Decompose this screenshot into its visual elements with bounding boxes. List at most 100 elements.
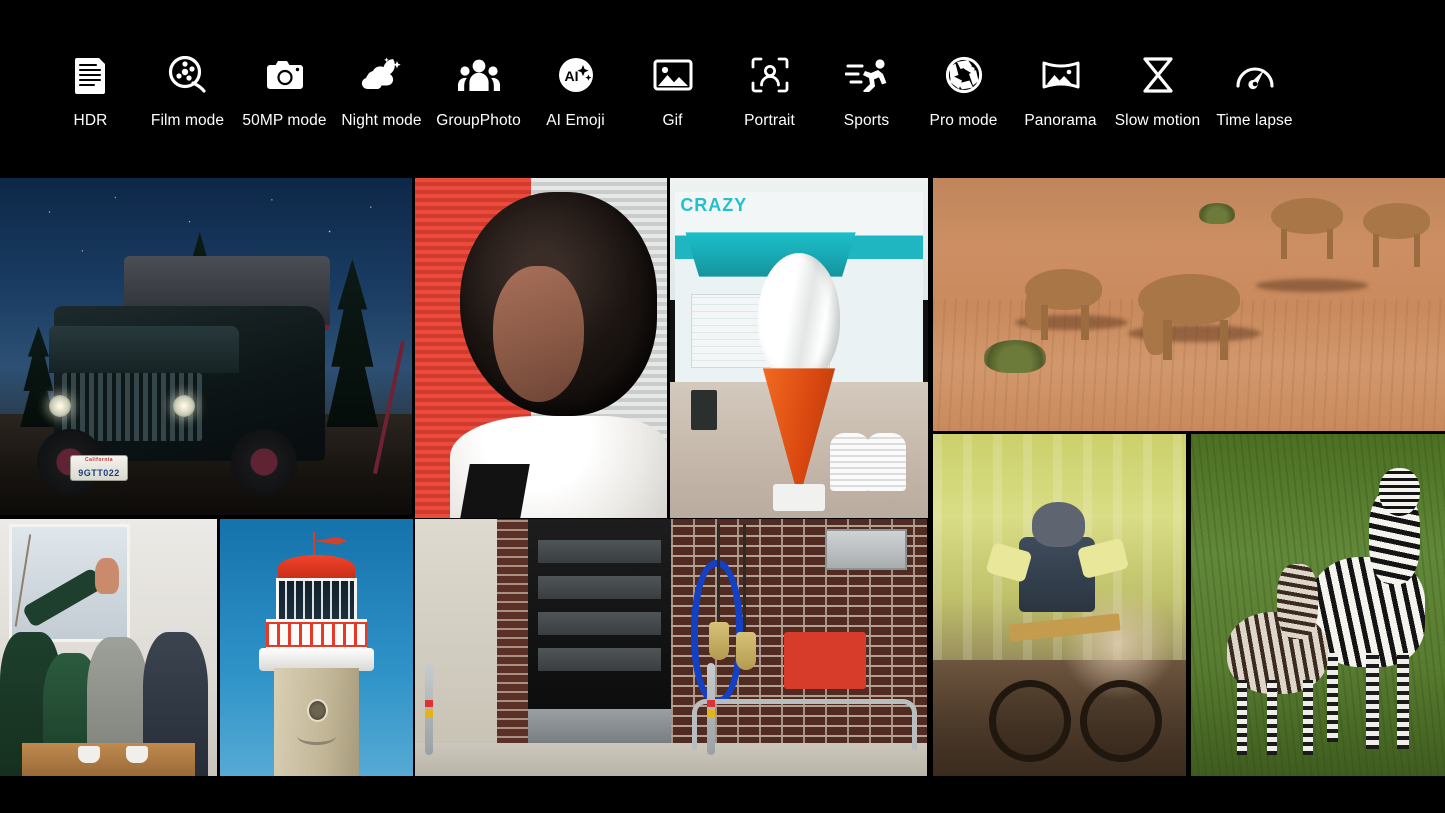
broom-bristles [709, 622, 729, 660]
ice-cream-cone-photo[interactable]: CRAZY [670, 178, 928, 518]
zebra-leg [1366, 653, 1379, 749]
mode-item-pro[interactable]: Pro mode [915, 52, 1012, 130]
mode-item-slow-motion[interactable]: Slow motion [1109, 52, 1206, 130]
stone-tower [274, 668, 359, 776]
mode-item-gif[interactable]: Gif [624, 52, 721, 130]
mode-item-portrait[interactable]: Portrait [721, 52, 818, 130]
bike-wheel [1080, 680, 1162, 762]
mode-label: Pro mode [930, 112, 998, 130]
camera-modes-screen: HDR Film mode [0, 0, 1445, 813]
rider-helmet [1032, 502, 1085, 546]
lantern-glazing-bars [276, 578, 357, 622]
camel-shadow [1256, 279, 1369, 292]
film-reel-icon [165, 52, 211, 98]
bollard-red-band [425, 700, 433, 707]
mode-item-time-lapse[interactable]: Time lapse [1206, 52, 1303, 130]
zebra-foal-neck [1277, 564, 1318, 639]
group-people-icon [456, 52, 502, 98]
ai-sparkle-icon: AI [553, 52, 599, 98]
zebra-leg [1327, 653, 1338, 742]
collar [461, 464, 531, 518]
friends-indoors-photo[interactable] [0, 519, 217, 776]
stair-step [538, 612, 661, 635]
tower-porthole [307, 699, 328, 722]
mode-label: Night mode [341, 112, 421, 130]
mode-item-ai-emoji[interactable]: AI AI Emoji [527, 52, 624, 130]
portrait-woman-photo[interactable] [415, 178, 667, 518]
bollard-yellow-band [707, 710, 715, 717]
trash-bin [691, 390, 717, 430]
license-plate: California 9GTT022 [70, 455, 128, 481]
image-picture-icon [650, 52, 696, 98]
patio-chair [866, 433, 906, 491]
camel-leg [1414, 234, 1420, 267]
stair-step [538, 648, 661, 671]
zebra-adult-head [1379, 468, 1420, 516]
mode-item-night[interactable]: Night mode [333, 52, 430, 130]
kiosk-sign: CRAZY [680, 195, 747, 216]
broom-bristles [736, 632, 756, 670]
mode-item-film[interactable]: Film mode [139, 52, 236, 130]
wheel [231, 429, 297, 495]
zebra-leg [1397, 653, 1410, 749]
mode-item-panorama[interactable]: Panorama [1012, 52, 1109, 130]
mode-selector-bar: HDR Film mode [0, 0, 1445, 178]
face [493, 266, 584, 402]
bollard-yellow-band [425, 710, 433, 717]
broom-handle [717, 524, 720, 637]
zebra-foal-leg [1237, 680, 1247, 755]
bike-wheel [989, 680, 1071, 762]
storefront-street-photo[interactable] [415, 519, 927, 776]
speedometer-icon [1232, 52, 1278, 98]
camel-leg [1327, 229, 1333, 259]
camel-leg [1220, 320, 1228, 360]
mode-label: Sports [844, 112, 889, 130]
zebra-foal-leg [1303, 680, 1313, 755]
soft-serve-swirl [758, 253, 841, 382]
portrait-focus-icon [747, 52, 793, 98]
cone-pedestal [773, 484, 825, 511]
lighthouse-photo[interactable] [220, 519, 413, 776]
bollard-red-band [707, 700, 715, 707]
mode-label: GroupPhoto [436, 112, 521, 130]
mountain-biker-photo[interactable] [933, 434, 1186, 776]
mode-item-50mp[interactable]: 50MP mode [236, 52, 333, 130]
high-five-hand [95, 558, 119, 594]
hdr-document-icon [68, 52, 114, 98]
camel-leg [1081, 305, 1088, 340]
mode-label: 50MP mode [242, 112, 326, 130]
zebras-grassland-photo[interactable] [1191, 434, 1445, 776]
broom-handle [743, 524, 746, 647]
mode-item-hdr[interactable]: HDR [42, 52, 139, 130]
wall-sign [825, 529, 907, 570]
jeep-night-camping-photo[interactable]: California 9GTT022 [0, 178, 412, 515]
svg-text:AI: AI [564, 68, 578, 84]
mode-label: Slow motion [1115, 112, 1201, 130]
mode-item-group[interactable]: GroupPhoto [430, 52, 527, 130]
red-dome [278, 555, 355, 581]
brick-column [497, 519, 528, 745]
concrete-stoop [528, 709, 682, 745]
mode-item-sports[interactable]: Sports [818, 52, 915, 130]
camel-leg [1163, 320, 1171, 360]
moon-cloud-icon [359, 52, 405, 98]
red-hand-cart [784, 632, 866, 689]
mode-label: Gif [662, 112, 682, 130]
coffee-cup [78, 746, 100, 763]
tower-arc-detail [297, 727, 336, 745]
camel-leg [1041, 305, 1048, 340]
mode-label: HDR [74, 112, 108, 130]
camera-icon [262, 52, 308, 98]
red-railing [266, 622, 366, 648]
stair-step [538, 576, 661, 599]
mode-label: AI Emoji [546, 112, 605, 130]
zebra-foal-leg [1267, 680, 1277, 755]
hourglass-icon [1135, 52, 1181, 98]
mode-label: Panorama [1024, 112, 1096, 130]
running-person-icon [844, 52, 890, 98]
camel-leg [1281, 229, 1287, 259]
plate-region: California [71, 457, 127, 463]
camel-leg [1373, 234, 1379, 267]
jeep-hood [49, 326, 239, 373]
camels-desert-photo[interactable] [933, 178, 1445, 431]
